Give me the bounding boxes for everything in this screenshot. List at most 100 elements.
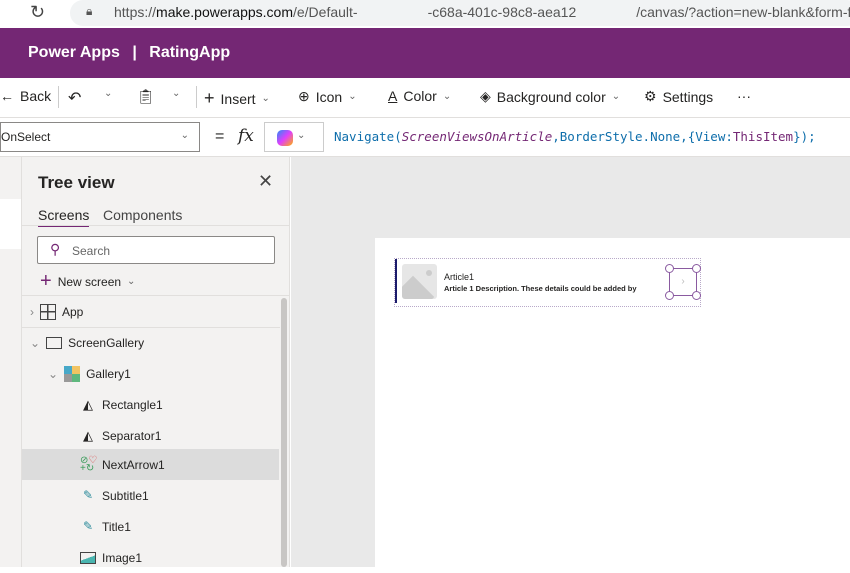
tree-item-label: Image1 bbox=[102, 550, 143, 565]
background-color-button[interactable]: ◈ Background color ⌄ bbox=[480, 88, 620, 105]
gallery[interactable]: Article1 Article 1 Description. These de… bbox=[394, 258, 701, 307]
url-path: /canvas/?action=new-blank&form-factor= bbox=[636, 4, 850, 20]
settings-label: Settings bbox=[662, 88, 714, 105]
command-bar: ← Back ↶ ⌄ 📋︎ ⌄ + Insert ⌄ ⊕ Icon ⌄ A Color ⌄ ◈… bbox=[0, 78, 850, 117]
shapes-icon: ◭ bbox=[83, 396, 93, 412]
search-placeholder: Search bbox=[72, 244, 111, 258]
new-screen-label: New screen bbox=[57, 274, 122, 289]
tree-item-image1[interactable]: Image1 bbox=[22, 542, 279, 573]
chevron-down-icon: ⌄ bbox=[180, 130, 189, 141]
tree-item-label: Rectangle1 bbox=[102, 397, 163, 412]
icons-icon: ⊘♡ +↻ bbox=[80, 454, 98, 474]
tree-item-label: Gallery1 bbox=[86, 366, 131, 381]
fx-icon: fx bbox=[238, 126, 254, 146]
tree-item-label: App bbox=[62, 304, 84, 319]
tree-item-nextarrow1[interactable]: ⊘♡ +↻ NextArrow1 bbox=[22, 449, 279, 480]
undo-icon: ↶ bbox=[68, 90, 82, 107]
copilot-button[interactable]: ⌄ bbox=[264, 122, 323, 152]
undo-button[interactable]: ↶ bbox=[68, 88, 81, 108]
formula-bar: OnSelect ⌄ = fx ⌄ Navigate(ScreenViewsOnA… bbox=[0, 117, 850, 157]
article-title: Article1 bbox=[444, 272, 475, 282]
plus-icon: + bbox=[40, 270, 52, 292]
clipboard-icon: 📋︎ bbox=[137, 88, 155, 104]
property-dropdown[interactable]: OnSelect ⌄ bbox=[0, 122, 200, 152]
formula-input[interactable]: Navigate(ScreenViewsOnArticle,BorderStyl… bbox=[323, 122, 850, 152]
edit-text-icon: ✎ bbox=[82, 487, 94, 502]
search-input[interactable]: ⚲ Search bbox=[37, 236, 275, 264]
rectangle-accent bbox=[395, 259, 397, 303]
tree-view-panel: Tree view ✕ Screens Components ⚲ Search … bbox=[22, 157, 290, 567]
arrow-left-icon: ← bbox=[0, 88, 14, 104]
tree-item-app[interactable]: › App bbox=[22, 296, 279, 327]
color-button[interactable]: A Color ⌄ bbox=[388, 88, 451, 104]
tree-item-subtitle1[interactable]: ✎ Subtitle1 bbox=[22, 480, 279, 511]
next-arrow-icon[interactable]: › bbox=[665, 264, 701, 300]
tree-item-label: Separator1 bbox=[102, 428, 162, 443]
copilot-icon bbox=[277, 130, 293, 146]
app-name: Power Apps bbox=[28, 44, 120, 61]
tree-item-label: Title1 bbox=[102, 519, 131, 534]
back-label: Back bbox=[20, 88, 52, 104]
close-icon[interactable]: ✕ bbox=[258, 171, 273, 192]
address-bar[interactable]: 🔒︎ https://make.powerapps.com/e/Default-… bbox=[70, 0, 850, 26]
tree-item-title1[interactable]: ✎ Title1 bbox=[22, 511, 279, 542]
article-description: Article 1 Description. These details cou… bbox=[444, 284, 637, 293]
chevron-down-icon: ⌄ bbox=[172, 88, 181, 99]
tree-item-label: Subtitle1 bbox=[102, 488, 149, 503]
tree-item-separator1[interactable]: ◭ Separator1 bbox=[22, 420, 279, 451]
property-value: OnSelect bbox=[1, 130, 51, 144]
chevron-down-icon: ⌄ bbox=[48, 366, 59, 381]
tab-components[interactable]: Components bbox=[103, 207, 182, 223]
more-button[interactable]: ··· bbox=[737, 88, 751, 104]
tab-screens[interactable]: Screens bbox=[38, 207, 90, 227]
header-separator: | bbox=[132, 44, 137, 61]
chevron-down-icon: ⌄ bbox=[348, 91, 357, 102]
image-icon bbox=[80, 551, 96, 564]
url-path: -c68a-401c-98c8-aea12 bbox=[427, 4, 577, 20]
background-color-label: Background color bbox=[496, 88, 606, 105]
app-icon bbox=[40, 303, 56, 320]
app-title: RatingApp bbox=[149, 44, 231, 61]
rail-tree-view-button[interactable] bbox=[0, 199, 21, 249]
tree-item-gallery1[interactable]: ⌄ Gallery1 bbox=[22, 358, 279, 389]
gallery-icon bbox=[64, 365, 81, 382]
scrollbar[interactable] bbox=[281, 298, 287, 567]
chevron-down-icon: ⌄ bbox=[127, 276, 136, 287]
screen-icon bbox=[46, 336, 63, 349]
image-placeholder bbox=[402, 264, 437, 299]
search-icon: ⚲ bbox=[50, 241, 61, 257]
edit-text-icon: ✎ bbox=[82, 518, 94, 533]
settings-button[interactable]: ⚙ Settings bbox=[644, 88, 713, 105]
new-screen-button[interactable]: + New screen ⌄ bbox=[40, 270, 135, 293]
plus-icon: + bbox=[204, 88, 215, 108]
paste-button[interactable]: 📋︎ bbox=[137, 88, 155, 105]
left-rail bbox=[0, 157, 22, 567]
app-screen[interactable]: Article1 Article 1 Description. These de… bbox=[375, 238, 850, 567]
undo-dropdown[interactable]: ⌄ bbox=[104, 88, 112, 99]
chevron-down-icon: ⌄ bbox=[261, 93, 270, 104]
chevron-right-icon: › bbox=[30, 304, 34, 319]
tree-item-screengallery[interactable]: ⌄ ScreenGallery bbox=[22, 327, 279, 358]
insert-button[interactable]: + Insert ⌄ bbox=[204, 88, 270, 109]
insert-label: Insert bbox=[220, 90, 256, 107]
text-color-icon: A bbox=[388, 88, 398, 104]
chevron-down-icon: ⌄ bbox=[30, 335, 41, 350]
reload-icon[interactable]: ↻ bbox=[30, 2, 45, 23]
tree-item-rectangle1[interactable]: ◭ Rectangle1 bbox=[22, 389, 279, 420]
url-path: /e/Default- bbox=[292, 4, 358, 20]
chevron-down-icon: ⌄ bbox=[611, 91, 621, 102]
browser-bar: ↻ 🔒︎ https://make.powerapps.com/e/Defaul… bbox=[0, 0, 850, 28]
paste-dropdown[interactable]: ⌄ bbox=[172, 88, 180, 99]
back-button[interactable]: ← Back bbox=[0, 88, 51, 104]
url-domain: make.powerapps.com bbox=[156, 4, 293, 20]
plus-circle-icon: ⊕ bbox=[298, 88, 310, 104]
chevron-down-icon: ⌄ bbox=[297, 130, 306, 141]
icon-label: Icon bbox=[315, 88, 343, 105]
url-prefix: https:// bbox=[114, 4, 157, 20]
equals-sign: = bbox=[215, 128, 225, 145]
chevron-down-icon: ⌄ bbox=[442, 90, 452, 102]
icon-button[interactable]: ⊕ Icon ⌄ bbox=[298, 88, 357, 105]
app-header: Power Apps | RatingApp bbox=[0, 28, 850, 78]
more-icon: ··· bbox=[737, 88, 751, 104]
paint-bucket-icon: ◈ bbox=[480, 88, 491, 104]
